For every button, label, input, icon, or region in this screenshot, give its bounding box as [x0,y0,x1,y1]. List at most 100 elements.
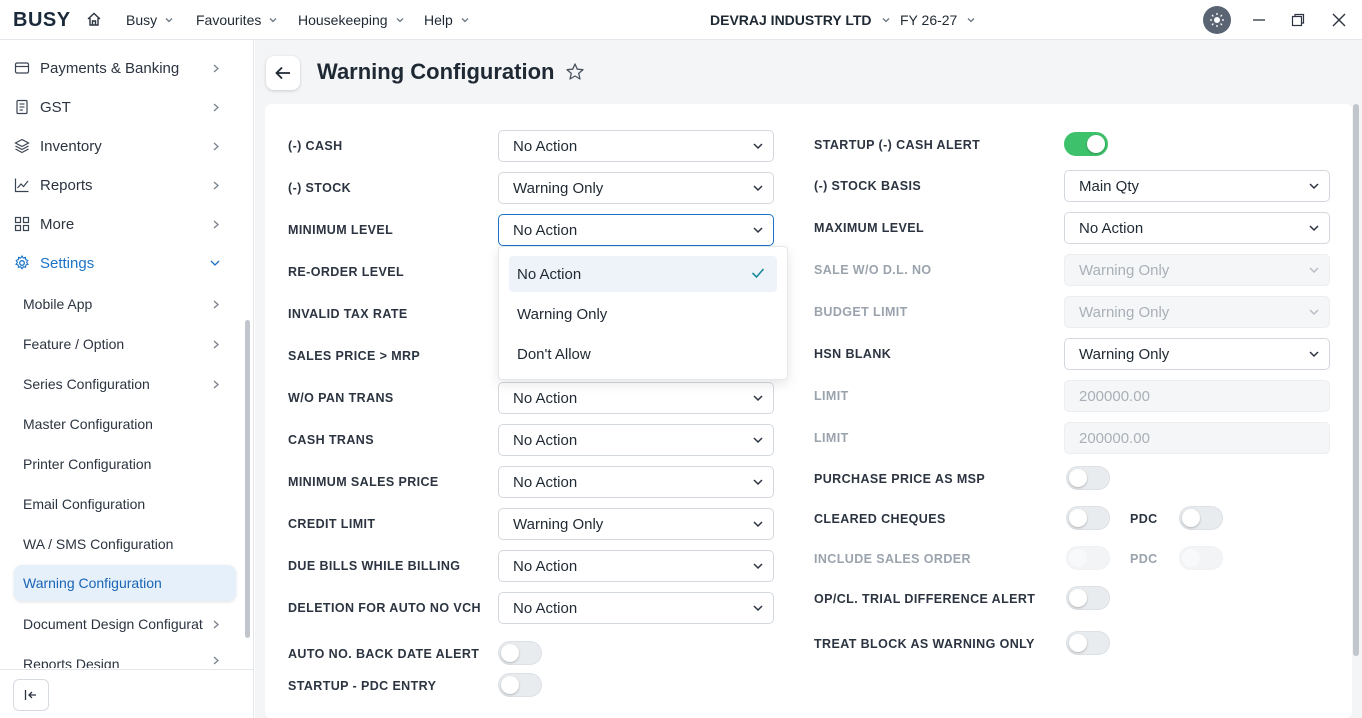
label-wo-pan-trans: W/O PAN TRANS [288,391,394,405]
sidebar-item-reports[interactable]: Reports [0,167,240,203]
chevron-right-icon [213,300,219,309]
sidebar-item-mobile-app[interactable]: Mobile App [14,286,236,322]
sidebar-scrollbar[interactable] [245,320,250,638]
sidebar-item-warning-configuration[interactable]: Warning Configuration [14,565,236,601]
label-cash: (-) CASH [288,139,343,153]
auto-back-date-alert-toggle[interactable] [498,641,542,665]
sidebar-item-inventory[interactable]: Inventory [0,128,240,164]
collapse-sidebar-button[interactable] [13,679,49,711]
label-startup-pdc-entry: STARTUP - PDC ENTRY [288,679,437,693]
chevron-down-icon [753,563,763,570]
home-icon[interactable] [86,11,102,27]
page-title: Warning Configuration [317,59,555,84]
sidebar-item-printer-configuration[interactable]: Printer Configuration [14,446,236,482]
hsn-blank-select[interactable]: Warning Only [1064,338,1330,370]
cleared-cheques-toggle[interactable] [1066,506,1110,530]
budget-limit-select[interactable]: Warning Only [1064,296,1330,328]
sidebar-item-email-configuration[interactable]: Email Configuration [14,486,236,522]
minimize-icon [1253,19,1265,21]
dropdown-option-dont-allow[interactable]: Don't Allow [509,336,777,372]
arrow-left-icon [275,66,290,80]
label-include-sales-order: INCLUDE SALES ORDER [814,552,971,566]
menu-housekeeping[interactable]: Housekeeping [298,12,404,28]
minimum-level-dropdown-menu: No Action Warning Only Don't Allow [498,246,788,380]
label-stock: (-) STOCK [288,181,352,195]
minimum-sales-price-select[interactable]: No Action [498,466,774,498]
chevron-right-icon [213,380,219,389]
label-cash-trans: CASH TRANS [288,433,374,447]
minimum-level-select[interactable]: No Action [498,214,774,246]
menu-help[interactable]: Help [424,12,469,28]
treat-block-warning-toggle[interactable] [1066,631,1110,655]
label-hsn-blank: HSN BLANK [814,347,892,361]
main-scrollbar[interactable] [1353,104,1359,656]
sidebar-item-wa-sms-configuration[interactable]: WA / SMS Configuration [14,526,236,562]
chevron-right-icon [213,656,219,665]
include-sales-order-pdc-toggle[interactable] [1179,546,1223,570]
purchase-price-msp-toggle[interactable] [1066,466,1110,490]
include-sales-order-toggle[interactable] [1066,546,1110,570]
chevron-down-icon [753,143,763,150]
due-bills-select[interactable]: No Action [498,550,774,582]
startup-pdc-entry-toggle[interactable] [498,673,542,697]
dropdown-option-no-action[interactable]: No Action [509,256,777,292]
sidebar-item-gst[interactable]: GST [0,89,240,125]
sidebar-item-document-design[interactable]: Document Design Configurat [14,606,236,642]
theme-toggle-button[interactable] [1203,6,1231,34]
label-minimum-level: MINIMUM LEVEL [288,223,394,237]
sidebar-item-more[interactable]: More [0,206,240,242]
app-logo: BUSY [13,9,71,31]
sidebar-item-reports-design[interactable]: Reports Design [14,646,236,668]
label-minimum-sales-price: MINIMUM SALES PRICE [288,475,439,489]
credit-limit-select[interactable]: Warning Only [498,508,774,540]
limit-input-2[interactable]: 200000.00 [1064,422,1330,454]
back-button[interactable] [266,56,300,90]
chevron-down-icon [1309,309,1319,316]
chevron-down-icon [882,18,890,23]
restore-button[interactable] [1288,10,1308,30]
divider [0,669,254,670]
chart-line-icon [14,178,29,193]
chevron-right-icon [213,103,219,112]
layers-icon [14,138,30,154]
stock-basis-select[interactable]: Main Qty [1064,170,1330,202]
label-reorder-level: RE-ORDER LEVEL [288,265,405,279]
label-auto-back-date-alert: AUTO NO. BACK DATE ALERT [288,647,480,661]
company-selector[interactable]: DEVRAJ INDUSTRY LTD [710,12,890,28]
label-cleared-cheques: CLEARED CHEQUES [814,512,946,526]
sidebar-item-payments-banking[interactable]: Payments & Banking [0,50,240,86]
label-invalid-tax-rate: INVALID TAX RATE [288,307,408,321]
cash-trans-select[interactable]: No Action [498,424,774,456]
menu-busy[interactable]: Busy [126,12,173,28]
sidebar-item-feature-option[interactable]: Feature / Option [14,326,236,362]
label-maximum-level: MAXIMUM LEVEL [814,221,925,235]
limit-input-1[interactable]: 200000.00 [1064,380,1330,412]
close-button[interactable] [1329,10,1349,30]
label-deletion-auto-no-vch: DELETION FOR AUTO NO VCH [288,601,481,615]
sidebar-item-settings[interactable]: Settings [0,245,240,281]
chevron-right-icon [213,181,219,190]
label-cleared-cheques-pdc: PDC [1130,512,1158,526]
label-treat-block-warning: TREAT BLOCK AS WARNING ONLY [814,637,1035,651]
stock-select[interactable]: Warning Only [498,172,774,204]
wo-pan-trans-select[interactable]: No Action [498,382,774,414]
cash-select[interactable]: No Action [498,130,774,162]
maximum-level-select[interactable]: No Action [1064,212,1330,244]
fy-selector[interactable]: FY 26-27 [900,12,975,28]
dropdown-option-warning-only[interactable]: Warning Only [509,296,777,332]
sale-wo-dl-no-select[interactable]: Warning Only [1064,254,1330,286]
sidebar-item-master-configuration[interactable]: Master Configuration [14,406,236,442]
cleared-cheques-pdc-toggle[interactable] [1179,506,1223,530]
menu-favourites[interactable]: Favourites [196,12,277,28]
label-include-sales-order-pdc: PDC [1130,552,1158,566]
sidebar-item-series-configuration[interactable]: Series Configuration [14,366,236,402]
minimize-button[interactable] [1249,10,1269,30]
chevron-right-icon [213,340,219,349]
sun-icon [1210,13,1224,27]
label-purchase-price-msp: PURCHASE PRICE AS MSP [814,472,986,486]
chevron-down-icon [753,227,763,234]
opcl-trial-difference-toggle[interactable] [1066,586,1110,610]
deletion-auto-no-vch-select[interactable]: No Action [498,592,774,624]
startup-cash-alert-toggle[interactable] [1064,132,1108,156]
star-icon[interactable] [565,62,585,82]
